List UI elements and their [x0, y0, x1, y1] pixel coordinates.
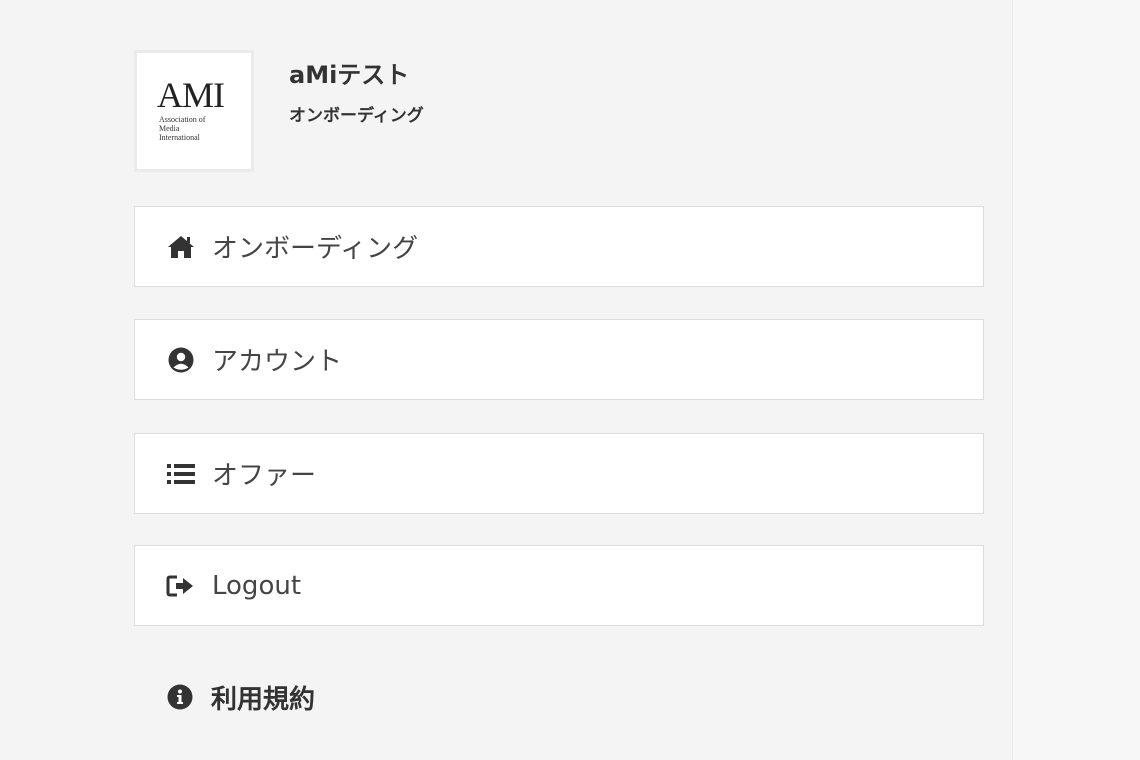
sidebar-item-offers[interactable]: オファー [134, 433, 984, 514]
organization-logo: AMI Association of Media International [134, 50, 254, 172]
home-icon [166, 232, 196, 262]
logout-icon [166, 571, 196, 601]
logo-wordmark: AMI [157, 75, 225, 115]
sidebar-item-label: オファー [212, 461, 317, 491]
app-title: aMiテスト [289, 61, 410, 89]
sidebar-item-logout[interactable]: Logout [134, 545, 984, 626]
list-icon [166, 459, 196, 489]
main-content-area [1013, 0, 1140, 760]
terms-label: 利用規約 [211, 684, 316, 715]
sidebar-item-account[interactable]: アカウント [134, 319, 984, 400]
sidebar: AMI Association of Media International a… [0, 0, 1013, 760]
terms-link[interactable]: 利用規約 [134, 670, 315, 724]
sidebar-item-label: アカウント [212, 347, 343, 377]
info-circle-icon [165, 682, 195, 712]
logo-tagline: Association of Media International [159, 115, 206, 142]
user-circle-icon [166, 345, 196, 375]
sidebar-item-label: Logout [212, 570, 302, 601]
app-subtitle: オンボーディング [289, 106, 424, 126]
sidebar-item-onboarding[interactable]: オンボーディング [134, 206, 984, 287]
sidebar-item-label: オンボーディング [212, 234, 419, 264]
